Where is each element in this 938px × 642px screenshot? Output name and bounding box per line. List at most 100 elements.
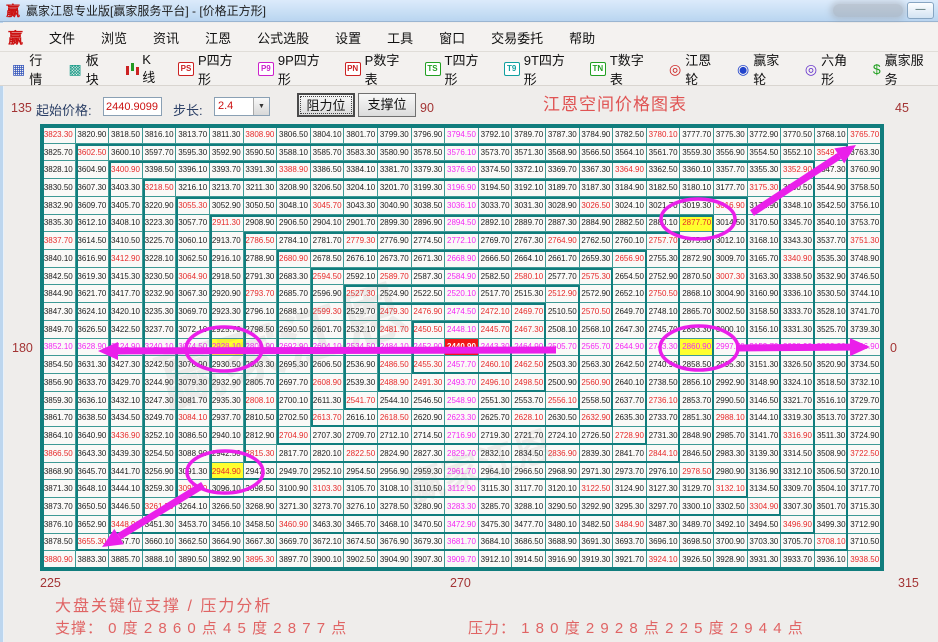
grid-cell: 3422.50 xyxy=(109,321,143,339)
grid-cell: 3571.30 xyxy=(512,144,546,162)
toolbar-quote-table-button[interactable]: ▦行情 xyxy=(8,48,57,90)
grid-cell: 3708.10 xyxy=(815,534,849,552)
grid-cell: 3645.70 xyxy=(76,463,110,481)
grid-cell: 3367.30 xyxy=(580,161,614,179)
toolbar-tn-badge-button[interactable]: TNT数字表 xyxy=(586,48,658,90)
toolbar-ts-badge-button[interactable]: TST四方形 xyxy=(421,48,493,90)
menu-item-6[interactable]: 工具 xyxy=(387,28,413,47)
grid-cell: 2896.90 xyxy=(412,215,446,233)
grid-cell: 3316.90 xyxy=(781,427,815,445)
grid-cell: 2570.50 xyxy=(580,303,614,321)
grid-cell: 3177.70 xyxy=(714,179,748,197)
grid-cell: 3182.50 xyxy=(647,179,681,197)
toolbar-hexagon-button[interactable]: ◎六角形 xyxy=(801,48,862,90)
support-button[interactable]: 支撑位 xyxy=(358,93,416,117)
toolbar-candlestick-button[interactable]: K线 xyxy=(121,50,167,88)
grid-cell: 2808.10 xyxy=(244,392,278,410)
grid-cell: 3705.70 xyxy=(781,534,815,552)
toolbar-gann-wheel-button[interactable]: ◎江恩轮 xyxy=(665,48,726,90)
grid-cell: 3600.10 xyxy=(109,144,143,162)
grid-cell: 3112.90 xyxy=(445,480,479,498)
grid-cell: 2589.70 xyxy=(378,268,412,286)
menu-item-4[interactable]: 公式选股 xyxy=(257,28,309,47)
grid-cell: 2928.10 xyxy=(210,339,244,357)
minimize-button[interactable]: — xyxy=(907,2,934,19)
toolbar-label: 板块 xyxy=(86,50,110,88)
grid-cell: 2856.10 xyxy=(680,374,714,392)
step-combo[interactable]: 2.4 ▼ xyxy=(214,97,270,116)
angle-label-0: 0 xyxy=(890,341,897,355)
grid-cell: 3124.90 xyxy=(613,480,647,498)
menu-item-8[interactable]: 交易委托 xyxy=(491,28,543,47)
grid-cell: 2745.70 xyxy=(647,321,681,339)
grid-cell: 3660.10 xyxy=(143,534,177,552)
grid-cell: 2752.90 xyxy=(647,268,681,286)
menu-item-2[interactable]: 资讯 xyxy=(153,28,179,47)
grid-cell: 2786.50 xyxy=(244,232,278,250)
grid-cell: 2956.90 xyxy=(378,463,412,481)
grid-cell: 3902.50 xyxy=(344,551,378,569)
grid-cell: 3540.10 xyxy=(815,215,849,233)
grid-cell: 3345.70 xyxy=(781,215,815,233)
resistance-button[interactable]: 阻力位 xyxy=(297,93,355,117)
grid-cell: 3547.30 xyxy=(815,161,849,179)
grid-cell: 2503.30 xyxy=(546,356,580,374)
menu-item-5[interactable]: 设置 xyxy=(335,28,361,47)
grid-cell: 3055.30 xyxy=(176,197,210,215)
blocks-icon: ▩ xyxy=(68,62,81,76)
grid-cell: 3499.30 xyxy=(815,516,849,534)
grid-cell: 2580.10 xyxy=(512,268,546,286)
toolbar-p9-badge-button[interactable]: P99P四方形 xyxy=(254,48,334,90)
grid-cell: 3350.50 xyxy=(781,179,815,197)
grid-cell: 3523.30 xyxy=(815,339,849,357)
grid-cell: 3153.70 xyxy=(748,339,782,357)
title-bar: 赢 赢家江恩专业版[赢家服务平台] - [价格正方形] — xyxy=(0,0,938,22)
menu-item-3[interactable]: 江恩 xyxy=(205,28,231,47)
toolbar-ps-badge-button[interactable]: PSP四方形 xyxy=(174,48,247,90)
grid-cell: 2858.50 xyxy=(680,356,714,374)
grid-cell: 3410.50 xyxy=(109,232,143,250)
menu-item-1[interactable]: 浏览 xyxy=(101,28,127,47)
toolbar-dollar-button[interactable]: $赢家服务 xyxy=(869,48,938,90)
grid-cell: 3854.50 xyxy=(42,356,76,374)
grid-cell: 3115.30 xyxy=(479,480,513,498)
angle-label-135: 135 xyxy=(11,101,32,115)
menu-item-9[interactable]: 帮助 xyxy=(569,28,595,47)
toolbar-winner-wheel-button[interactable]: ◉赢家轮 xyxy=(733,48,794,90)
grid-cell: 3412.90 xyxy=(109,250,143,268)
grid-cell: 3672.10 xyxy=(311,534,345,552)
grid-cell: 3895.30 xyxy=(244,551,278,569)
grid-cell: 3040.90 xyxy=(378,197,412,215)
chevron-down-icon[interactable]: ▼ xyxy=(253,98,269,115)
grid-cell: 2803.30 xyxy=(244,356,278,374)
grid-cell: 3621.70 xyxy=(76,285,110,303)
grid-cell: 3904.90 xyxy=(378,551,412,569)
grid-cell: 3684.10 xyxy=(479,534,513,552)
menu-item-0[interactable]: 文件 xyxy=(49,28,75,47)
start-price-input[interactable] xyxy=(103,97,162,116)
grid-cell: 3844.90 xyxy=(42,285,76,303)
grid-cell: 2520.10 xyxy=(445,285,479,303)
grid-cell: 3782.50 xyxy=(613,126,647,144)
gann-price-square[interactable]: 3823.303820.903818.503816.103813.703811.… xyxy=(40,124,884,571)
toolbar-t9-badge-button[interactable]: T99T四方形 xyxy=(500,48,579,90)
grid-cell: 3403.30 xyxy=(109,179,143,197)
grid-cell: 3060.10 xyxy=(176,232,210,250)
toolbar-pn-badge-button[interactable]: PNP数字表 xyxy=(341,48,414,90)
grid-cell: 2923.30 xyxy=(210,303,244,321)
grid-cell: 2685.70 xyxy=(277,285,311,303)
grid-cell: 2592.10 xyxy=(344,268,378,286)
grid-cell: 3225.70 xyxy=(143,232,177,250)
grid-cell: 2733.70 xyxy=(647,410,681,428)
grid-cell: 2668.90 xyxy=(445,250,479,268)
grid-cell: 2937.70 xyxy=(210,410,244,428)
grid-cell: 3014.50 xyxy=(714,215,748,233)
app-logo-icon: 赢 xyxy=(6,1,20,21)
grid-cell: 2664.10 xyxy=(512,250,546,268)
toolbar-blocks-button[interactable]: ▩ 板块 xyxy=(64,48,113,90)
grid-cell: 2587.30 xyxy=(412,268,446,286)
grid-cell: 3765.70 xyxy=(848,126,882,144)
grid-cell: 3768.10 xyxy=(815,126,849,144)
grid-cell: 2637.70 xyxy=(613,392,647,410)
menu-item-7[interactable]: 窗口 xyxy=(439,28,465,47)
